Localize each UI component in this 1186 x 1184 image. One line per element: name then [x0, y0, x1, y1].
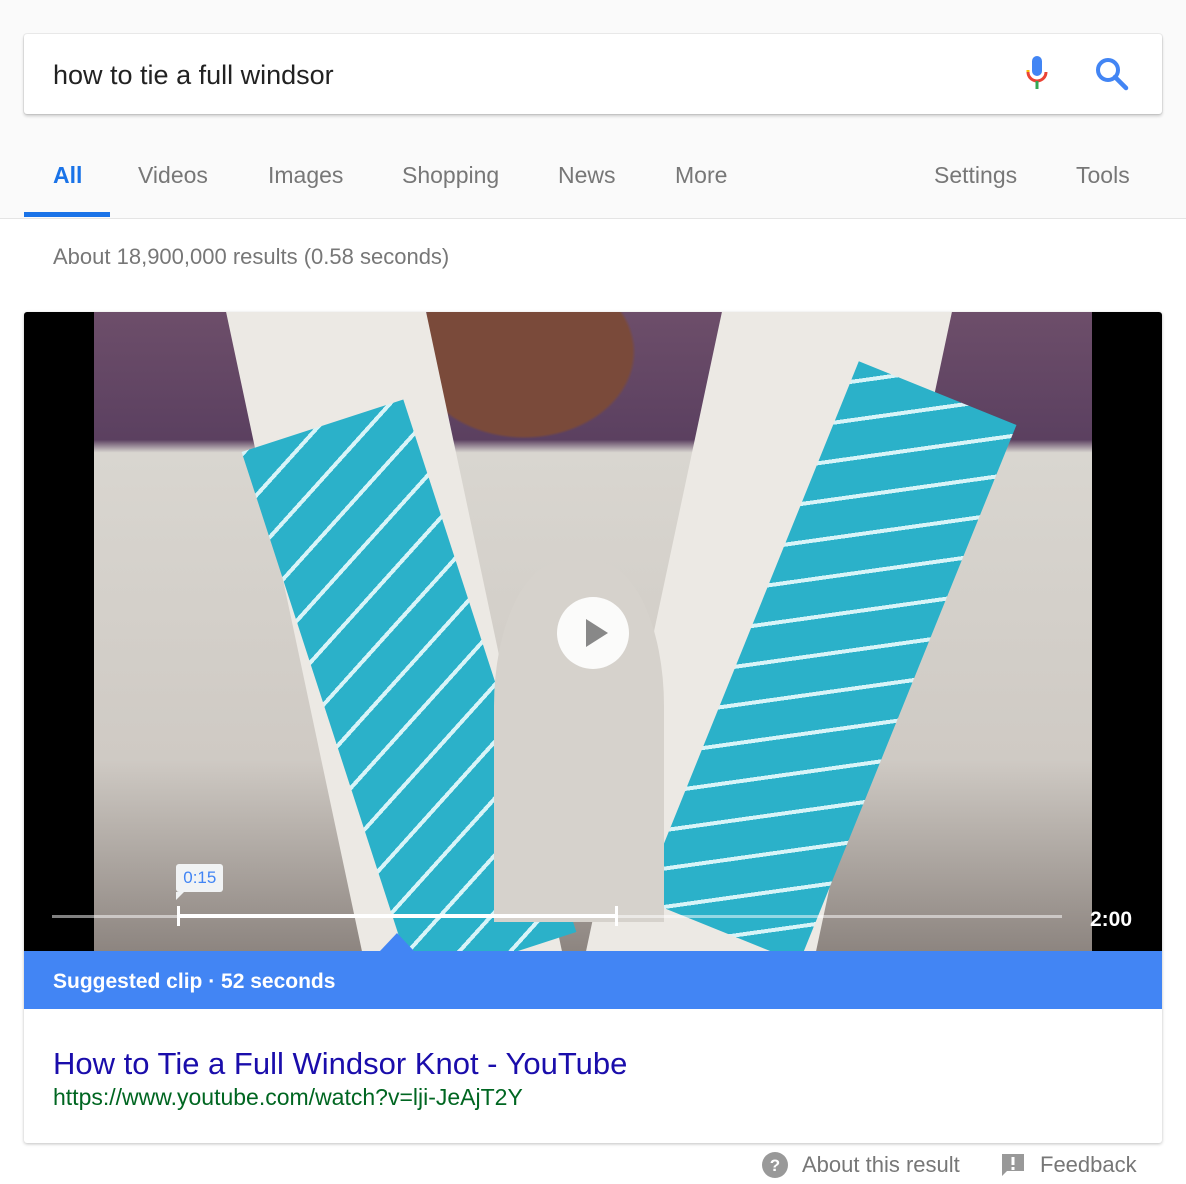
tab-shopping[interactable]: Shopping: [402, 162, 499, 189]
play-button[interactable]: [557, 597, 629, 669]
tab-all[interactable]: All: [53, 162, 82, 189]
search-box[interactable]: how to tie a full windsor: [24, 34, 1162, 114]
feedback-icon: [1002, 1154, 1024, 1176]
feedback-button[interactable]: Feedback: [1000, 1152, 1137, 1178]
featured-video-card: 0:15 2:00 Suggested clip · 52 seconds Ho…: [24, 312, 1162, 1143]
search-input[interactable]: how to tie a full windsor: [53, 60, 334, 91]
clip-end-marker[interactable]: [614, 906, 618, 926]
tab-news[interactable]: News: [558, 162, 616, 189]
tab-images[interactable]: Images: [268, 162, 343, 189]
settings-link[interactable]: Settings: [934, 162, 1017, 189]
result-url: https://www.youtube.com/watch?v=lji-JeAj…: [53, 1084, 523, 1110]
header: how to tie a full windsor All Videos Ima…: [0, 0, 1186, 219]
clip-start-time: 0:15: [176, 864, 224, 900]
svg-text:?: ?: [770, 1156, 780, 1175]
tab-more[interactable]: More: [675, 162, 727, 189]
clip-start-marker[interactable]: [177, 906, 181, 926]
tab-videos[interactable]: Videos: [138, 162, 208, 189]
suggested-clip-banner: Suggested clip · 52 seconds: [24, 951, 1162, 1009]
clip-pointer: [380, 933, 415, 951]
suggested-clip-range: [178, 914, 616, 918]
result-title-link[interactable]: How to Tie a Full Windsor Knot - YouTube: [53, 1046, 627, 1082]
tools-link[interactable]: Tools: [1076, 162, 1130, 189]
search-icon[interactable]: [1092, 54, 1132, 94]
result-stats: About 18,900,000 results (0.58 seconds): [53, 244, 450, 269]
video-player[interactable]: 0:15 2:00: [24, 312, 1162, 951]
about-this-result[interactable]: ? About this result: [762, 1152, 960, 1178]
microphone-icon[interactable]: [1024, 54, 1050, 94]
about-this-result-label: About this result: [802, 1152, 960, 1177]
help-icon: ?: [762, 1152, 788, 1178]
feedback-label: Feedback: [1040, 1152, 1137, 1177]
active-tab-indicator: [24, 212, 110, 217]
video-duration: 2:00: [1090, 908, 1133, 931]
